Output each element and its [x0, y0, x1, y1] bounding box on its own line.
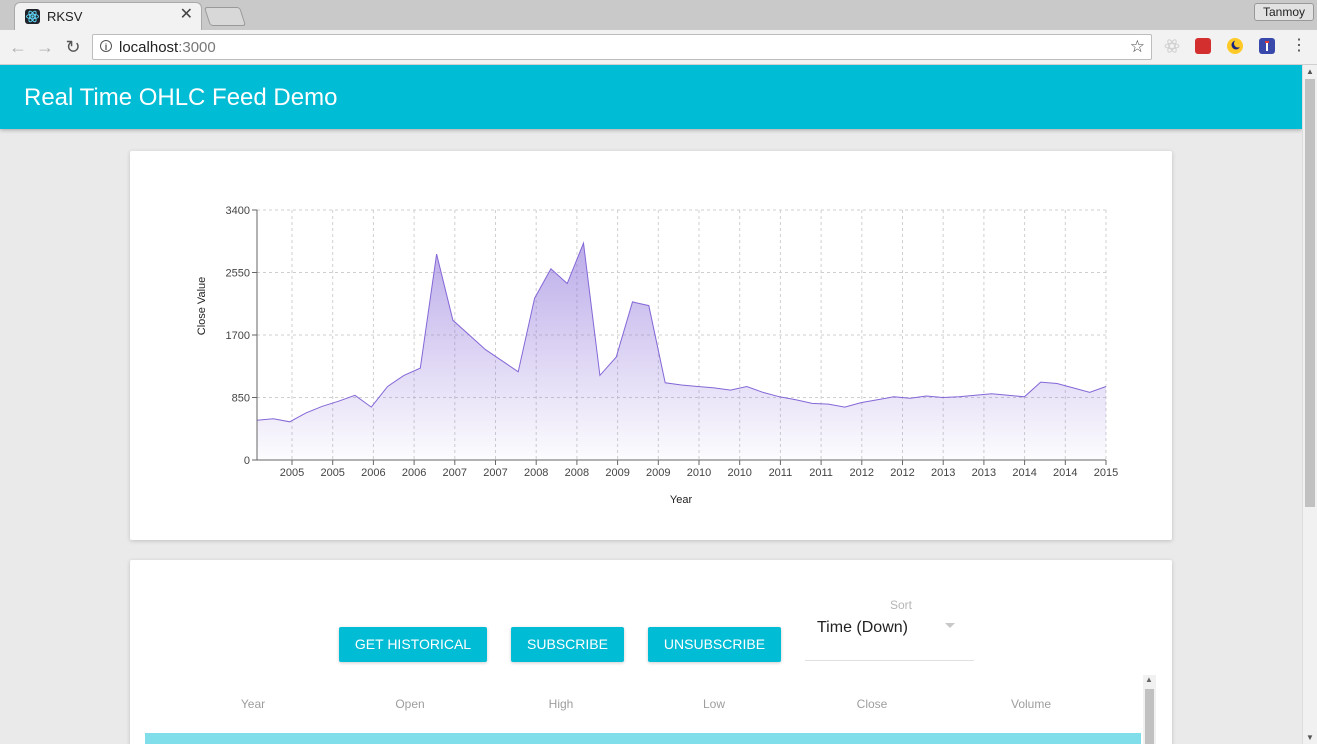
page-viewport: Real Time OHLC Feed Demo 0 850 1700 2550 340…: [0, 65, 1302, 744]
x-axis-label: Year: [670, 494, 693, 506]
close-value-chart: 0 850 1700 2550 3400 2005 2005 2006 2006 2007 2007…: [196, 205, 1118, 506]
y-tick-label: 850: [232, 393, 250, 405]
column-header-year[interactable]: Year: [203, 697, 303, 711]
tab-close-icon[interactable]: ✕: [180, 7, 193, 23]
x-tick-label: 2009: [646, 467, 670, 479]
subscribe-button[interactable]: SUBSCRIBE: [511, 627, 624, 662]
y-tick-label: 2550: [226, 268, 250, 280]
sort-underline: [805, 660, 974, 661]
new-tab-button[interactable]: [203, 7, 247, 26]
scroll-up-arrow-icon[interactable]: ▲: [1145, 675, 1153, 684]
sort-label: Sort: [890, 598, 913, 612]
x-tick-label: 2008: [565, 467, 589, 479]
x-tick-label: 2006: [402, 467, 426, 479]
x-tick-label: 2007: [443, 467, 467, 479]
browser-toolbar: ← → ↻ i localhost:3000 ☆ ⋮: [0, 30, 1317, 65]
x-tick-label: 2015: [1094, 467, 1118, 479]
red-extension-icon[interactable]: [1195, 38, 1211, 54]
y-axis-label: Close Value: [196, 277, 208, 336]
column-header-low[interactable]: Low: [664, 697, 764, 711]
x-tick-label: 2012: [850, 467, 874, 479]
x-tick-label: 2013: [931, 467, 955, 479]
scroll-down-arrow-icon[interactable]: ▼: [1306, 733, 1314, 742]
app-bar: Real Time OHLC Feed Demo: [0, 65, 1302, 129]
page-scrollbar[interactable]: ▲ ▼: [1302, 65, 1317, 744]
dropdown-caret-icon[interactable]: [945, 623, 955, 628]
x-tick-label: 2005: [320, 467, 344, 479]
column-header-high[interactable]: High: [511, 697, 611, 711]
x-tick-label: 2012: [890, 467, 914, 479]
x-tick-label: 2013: [972, 467, 996, 479]
tab-strip: RKSV ✕ Tanmoy: [0, 0, 1317, 30]
x-tick-label: 2006: [361, 467, 385, 479]
url-port: :3000: [178, 39, 216, 56]
browser-menu-icon[interactable]: ⋮: [1291, 36, 1307, 56]
scroll-up-arrow-icon[interactable]: ▲: [1306, 67, 1314, 76]
info-icon[interactable]: i: [100, 40, 112, 52]
table-scrollbar[interactable]: ▲: [1143, 675, 1156, 744]
unsubscribe-button[interactable]: UNSUBSCRIBE: [648, 627, 781, 662]
profile-button[interactable]: Tanmoy: [1253, 3, 1314, 21]
y-tick-label: 3400: [226, 205, 250, 217]
forward-arrow-icon[interactable]: →: [34, 36, 56, 58]
url-host: localhost: [119, 39, 179, 56]
table-scroll-thumb[interactable]: [1145, 689, 1154, 744]
feed-table-card: GET HISTORICAL SUBSCRIBE UNSUBSCRIBE Sor…: [130, 560, 1172, 744]
address-bar[interactable]: i localhost:3000 ☆: [92, 34, 1152, 60]
x-tick-label: 2009: [605, 467, 629, 479]
sort-value[interactable]: Time (Down): [817, 619, 908, 637]
moon-extension-icon[interactable]: [1227, 38, 1243, 54]
table-row[interactable]: [145, 733, 1141, 744]
reload-icon[interactable]: ↻: [62, 36, 84, 58]
x-tick-label: 2010: [687, 467, 711, 479]
x-tick-label: 2011: [809, 467, 833, 479]
column-header-open[interactable]: Open: [360, 697, 460, 711]
close-value-area: [257, 243, 1106, 460]
x-tick-label: 2014: [1053, 467, 1077, 479]
react-devtools-extension-icon[interactable]: [1164, 38, 1180, 54]
blue-extension-icon[interactable]: [1259, 38, 1275, 54]
page-title: Real Time OHLC Feed Demo: [24, 84, 338, 111]
x-tick-label: 2008: [524, 467, 548, 479]
react-favicon-icon: [25, 9, 40, 24]
x-tick-label: 2010: [727, 467, 751, 479]
x-tick-label: 2014: [1012, 467, 1036, 479]
get-historical-button[interactable]: GET HISTORICAL: [339, 627, 487, 662]
page-scroll-thumb[interactable]: [1305, 79, 1315, 507]
chart-card: 0 850 1700 2550 3400 2005 2005 2006 2006 2007 2007…: [130, 151, 1172, 540]
column-header-close[interactable]: Close: [822, 697, 922, 711]
back-arrow-icon[interactable]: ←: [7, 36, 29, 58]
bookmark-star-icon[interactable]: ☆: [1130, 37, 1145, 57]
url-text[interactable]: localhost:3000: [119, 39, 216, 56]
x-tick-label: 2011: [769, 467, 793, 479]
column-header-volume[interactable]: Volume: [981, 697, 1081, 711]
tab-title: RKSV: [47, 9, 83, 24]
x-tick-label: 2007: [483, 467, 507, 479]
browser-tab[interactable]: RKSV ✕: [14, 2, 202, 30]
y-tick-label: 1700: [226, 330, 250, 342]
x-tick-label: 2005: [280, 467, 304, 479]
y-tick-label: 0: [244, 455, 250, 467]
